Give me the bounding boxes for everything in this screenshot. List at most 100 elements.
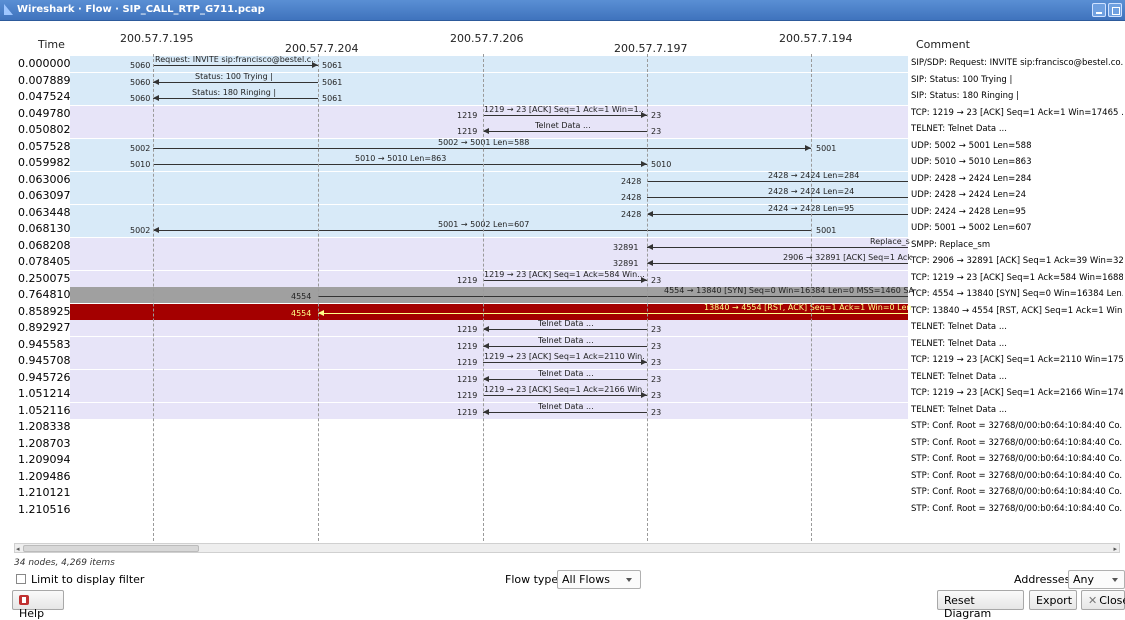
flow-arrow-line[interactable]: [647, 180, 908, 182]
flow-arrow-label[interactable]: 5001 → 5002 Len=607: [438, 220, 638, 229]
help-button[interactable]: Help: [12, 590, 64, 620]
flow-arrow-label[interactable]: Status: 100 Trying |: [195, 72, 305, 81]
row-comment[interactable]: TCP: 4554 → 13840 [SYN] Seq=0 Win=16384 …: [911, 289, 1123, 299]
flow-arrow-label[interactable]: 1219 → 23 [ACK] Seq=1 Ack=584 Win...: [484, 270, 644, 279]
row-comment[interactable]: SIP: Status: 100 Trying |: [911, 75, 1123, 85]
row-time[interactable]: 0.858925: [18, 305, 71, 318]
reset-diagram-button[interactable]: Reset Diagram: [937, 590, 1024, 620]
row-time[interactable]: 0.063097: [18, 189, 71, 202]
flow-row-background[interactable]: [70, 122, 908, 138]
row-comment[interactable]: STP: Conf. Root = 32768/0/00:b0:64:10:84…: [911, 504, 1123, 514]
row-time[interactable]: 0.945583: [18, 338, 71, 351]
flow-row-background[interactable]: [70, 402, 908, 419]
flow-arrow-label[interactable]: Telnet Data ...: [538, 369, 648, 378]
flow-arrow-label[interactable]: Telnet Data ...: [538, 319, 648, 328]
addresses-select[interactable]: Any: [1068, 570, 1125, 589]
row-comment[interactable]: UDP: 5001 → 5002 Len=607: [911, 223, 1123, 233]
flow-arrow-line[interactable]: [483, 362, 647, 363]
row-comment[interactable]: STP: Conf. Root = 32768/0/00:b0:64:10:84…: [911, 438, 1123, 448]
flow-row-background[interactable]: [70, 336, 908, 353]
flow-arrow-label[interactable]: Telnet Data ...: [538, 402, 648, 411]
flow-arrow-label[interactable]: 1219 → 23 [ACK] Seq=1 Ack=2110 Win...: [484, 352, 644, 361]
close-button[interactable]: ✕Close: [1081, 590, 1125, 610]
flow-arrow-label[interactable]: Telnet Data ...: [535, 121, 645, 130]
flow-arrow-line[interactable]: [483, 131, 647, 132]
node-label[interactable]: 200.57.7.194: [779, 32, 852, 45]
node-label[interactable]: 200.57.7.206: [450, 32, 523, 45]
flow-arrow-line[interactable]: [318, 296, 908, 297]
row-time[interactable]: 1.210121: [18, 486, 71, 499]
flow-arrow-line[interactable]: [153, 98, 318, 99]
node-label[interactable]: 200.57.7.195: [120, 32, 193, 45]
row-time[interactable]: 0.007889: [18, 74, 71, 87]
row-time[interactable]: 0.068130: [18, 222, 71, 235]
flow-arrow-line[interactable]: [318, 312, 908, 314]
limit-filter-label[interactable]: Limit to display filter: [31, 573, 144, 586]
flow-type-select[interactable]: All Flows: [557, 570, 641, 589]
row-comment[interactable]: SIP: Status: 180 Ringing |: [911, 91, 1123, 101]
node-label[interactable]: 200.57.7.204: [285, 42, 358, 55]
flow-arrow-label[interactable]: 5010 → 5010 Len=863: [355, 154, 555, 163]
row-comment[interactable]: UDP: 5002 → 5001 Len=588: [911, 141, 1123, 151]
flow-arrow-line[interactable]: [483, 395, 647, 396]
row-comment[interactable]: TELNET: Telnet Data ...: [911, 124, 1123, 134]
minimize-button[interactable]: [1092, 3, 1106, 17]
flow-arrow-line[interactable]: [647, 197, 908, 198]
export-button[interactable]: Export: [1029, 590, 1077, 610]
flow-arrow-line[interactable]: [483, 378, 647, 380]
flow-arrow-line[interactable]: [153, 65, 318, 66]
flow-arrow-label[interactable]: 1219 → 23 [ACK] Seq=1 Ack=2166 Win...: [484, 385, 644, 394]
row-time[interactable]: 0.068208: [18, 239, 71, 252]
flow-arrow-line[interactable]: [483, 411, 647, 413]
row-time[interactable]: 0.945708: [18, 354, 71, 367]
row-time[interactable]: 0.078405: [18, 255, 71, 268]
flow-arrow-label[interactable]: 2906 → 32891 [ACK] Seq=1 Ack: [783, 253, 913, 262]
flow-arrow-label[interactable]: 2428 → 2424 Len=24: [768, 187, 968, 196]
flow-arrow-label[interactable]: 4554 → 13840 [SYN] Seq=0 Win=16384 Len=0…: [664, 286, 914, 295]
row-time[interactable]: 1.052116: [18, 404, 71, 417]
row-comment[interactable]: TCP: 1219 → 23 [ACK] Seq=1 Ack=2166 Win=…: [911, 388, 1123, 398]
row-time[interactable]: 1.051214: [18, 387, 71, 400]
scroll-left-icon[interactable]: ◂: [16, 545, 20, 553]
row-time[interactable]: 0.047524: [18, 90, 71, 103]
row-comment[interactable]: STP: Conf. Root = 32768/0/00:b0:64:10:84…: [911, 454, 1123, 464]
flow-arrow-line[interactable]: [483, 279, 647, 281]
flow-row-background[interactable]: [70, 237, 908, 254]
row-time[interactable]: 1.209094: [18, 453, 71, 466]
row-time[interactable]: 0.892927: [18, 321, 71, 334]
scroll-right-icon[interactable]: ▸: [1113, 545, 1117, 553]
flow-row-background[interactable]: [70, 369, 908, 386]
flow-arrow-line[interactable]: [483, 329, 647, 330]
flow-arrow-label[interactable]: Request: INVITE sip:francisco@bestel.c..…: [155, 55, 315, 64]
row-comment[interactable]: TCP: 1219 → 23 [ACK] Seq=1 Ack=1 Win=174…: [911, 108, 1123, 118]
row-time[interactable]: 0.063006: [18, 173, 71, 186]
row-time[interactable]: 0.059982: [18, 156, 71, 169]
row-time[interactable]: 0.764810: [18, 288, 71, 301]
flow-arrow-line[interactable]: [647, 246, 908, 248]
row-time[interactable]: 0.250075: [18, 272, 71, 285]
flow-arrow-label[interactable]: Replace_s: [870, 237, 910, 246]
row-time[interactable]: 0.057528: [18, 140, 71, 153]
row-comment[interactable]: TCP: 1219 → 23 [ACK] Seq=1 Ack=2110 Win=…: [911, 355, 1123, 365]
row-comment[interactable]: TELNET: Telnet Data ...: [911, 405, 1123, 415]
horizontal-scrollbar[interactable]: ◂ ▸: [14, 543, 1120, 553]
flow-arrow-label[interactable]: 13840 → 4554 [RST, ACK] Seq=1 Ack=1 Win=…: [704, 303, 914, 312]
row-comment[interactable]: STP: Conf. Root = 32768/0/00:b0:64:10:84…: [911, 421, 1123, 431]
row-time[interactable]: 0.050802: [18, 123, 71, 136]
row-comment[interactable]: STP: Conf. Root = 32768/0/00:b0:64:10:84…: [911, 471, 1123, 481]
maximize-button[interactable]: [1108, 3, 1122, 17]
scrollbar-thumb[interactable]: [23, 545, 199, 552]
flow-arrow-label[interactable]: 2428 → 2424 Len=284: [768, 171, 968, 180]
row-comment[interactable]: TELNET: Telnet Data ...: [911, 322, 1123, 332]
flow-arrow-line[interactable]: [153, 230, 811, 231]
row-comment[interactable]: TCP: 1219 → 23 [ACK] Seq=1 Ack=584 Win=1…: [911, 273, 1123, 283]
flow-arrow-label[interactable]: 1219 → 23 [ACK] Seq=1 Ack=1 Win=1...: [484, 105, 644, 114]
flow-arrow-line[interactable]: [647, 263, 908, 264]
node-label[interactable]: 200.57.7.197: [614, 42, 687, 55]
row-comment[interactable]: TELNET: Telnet Data ...: [911, 372, 1123, 382]
flow-arrow-line[interactable]: [483, 345, 647, 347]
row-comment[interactable]: UDP: 5010 → 5010 Len=863: [911, 157, 1123, 167]
row-time[interactable]: 1.210516: [18, 503, 71, 516]
flow-arrow-label[interactable]: Telnet Data ...: [538, 336, 648, 345]
flow-arrow-label[interactable]: 5002 → 5001 Len=588: [438, 138, 638, 147]
